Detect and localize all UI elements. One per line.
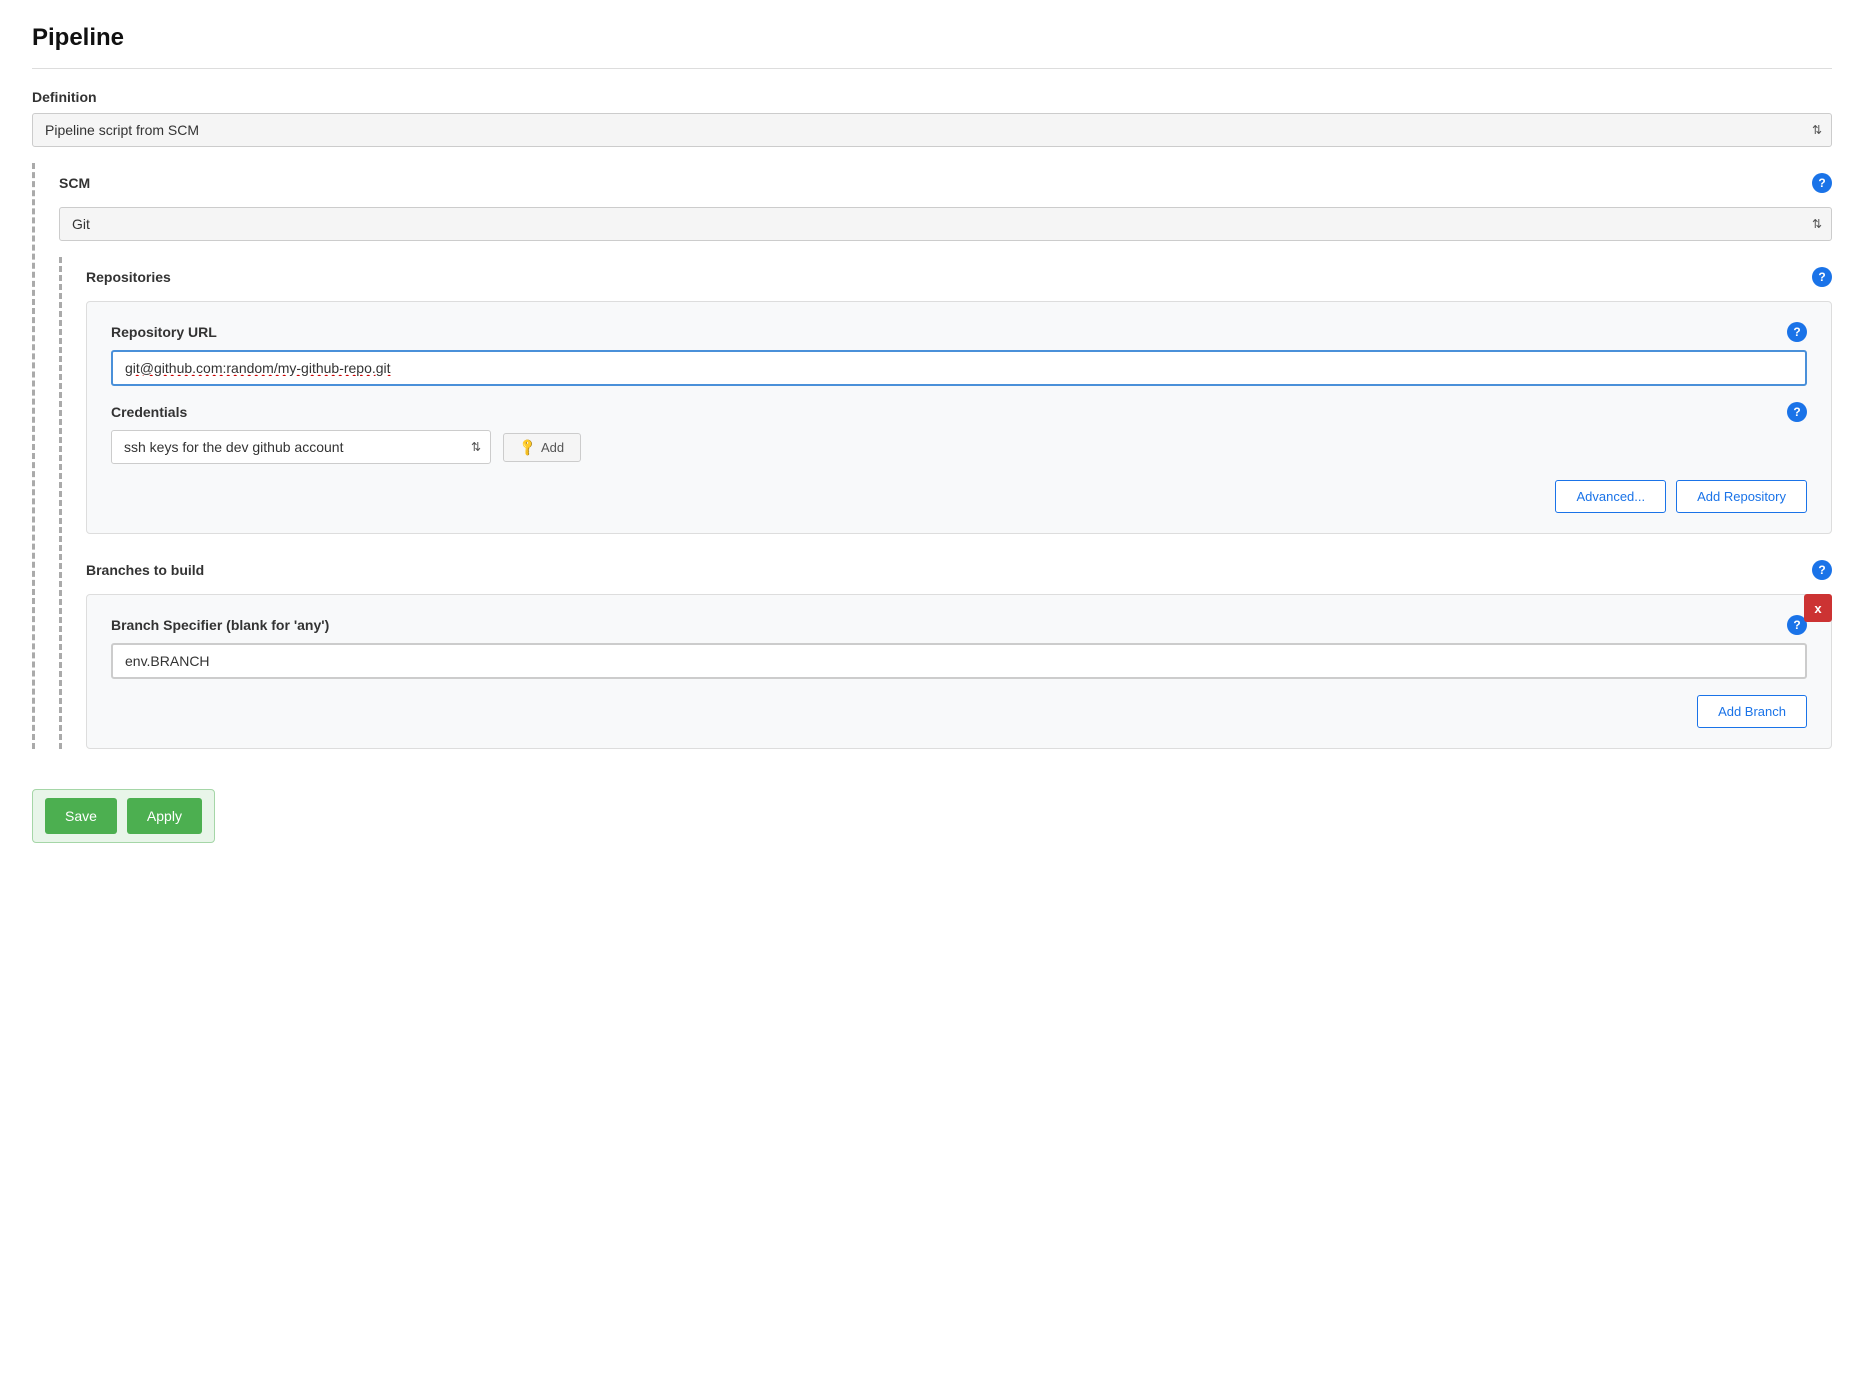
key-icon: 🔑 <box>517 437 537 457</box>
branch-action-buttons: Add Branch <box>111 695 1807 728</box>
scm-header: SCM ? <box>59 163 1832 203</box>
credentials-select[interactable]: ssh keys for the dev github account - no… <box>111 430 491 464</box>
repositories-section: Repositories ? Repository URL ? Credenti… <box>59 257 1832 749</box>
credentials-help-icon[interactable]: ? <box>1787 402 1807 422</box>
advanced-button[interactable]: Advanced... <box>1555 480 1666 513</box>
branch-specifier-field-row: Branch Specifier (blank for 'any') ? <box>111 615 1807 679</box>
repo-url-help-icon[interactable]: ? <box>1787 322 1807 342</box>
repositories-help-icon[interactable]: ? <box>1812 267 1832 287</box>
branches-card: x Branch Specifier (blank for 'any') ? A… <box>86 594 1832 749</box>
bottom-button-area: Save Apply <box>32 773 1832 843</box>
add-credentials-button[interactable]: 🔑 Add <box>503 433 581 462</box>
scm-section: SCM ? Git None Subversion ⇅ Repositories… <box>32 163 1832 749</box>
repo-url-label-row: Repository URL ? <box>111 322 1807 342</box>
branches-header: Branches to build ? <box>86 550 1832 590</box>
repositories-label: Repositories <box>86 269 171 285</box>
credentials-row: ssh keys for the dev github account - no… <box>111 430 1807 464</box>
branches-help-icon[interactable]: ? <box>1812 560 1832 580</box>
credentials-field-row: Credentials ? ssh keys for the dev githu… <box>111 402 1807 464</box>
scm-select-container: Git None Subversion ⇅ <box>59 207 1832 241</box>
page-title: Pipeline <box>32 24 1832 69</box>
definition-select-container: Pipeline script from SCM Pipeline script… <box>32 113 1832 147</box>
add-branch-button[interactable]: Add Branch <box>1697 695 1807 728</box>
delete-branch-button[interactable]: x <box>1804 594 1832 622</box>
definition-select[interactable]: Pipeline script from SCM Pipeline script <box>32 113 1832 147</box>
save-button[interactable]: Save <box>45 798 117 834</box>
scm-select[interactable]: Git None Subversion <box>59 207 1832 241</box>
scm-help-icon[interactable]: ? <box>1812 173 1832 193</box>
repo-url-input[interactable] <box>111 350 1807 386</box>
repo-url-field-row: Repository URL ? <box>111 322 1807 386</box>
credentials-label-row: Credentials ? <box>111 402 1807 422</box>
bottom-buttons-container: Save Apply <box>32 789 215 843</box>
apply-button[interactable]: Apply <box>127 798 202 834</box>
definition-label: Definition <box>32 89 1832 105</box>
add-credentials-label: Add <box>541 440 564 455</box>
credentials-select-container: ssh keys for the dev github account - no… <box>111 430 491 464</box>
repositories-card: Repository URL ? Credentials ? ssh ke <box>86 301 1832 534</box>
repo-action-buttons: Advanced... Add Repository <box>111 480 1807 513</box>
scm-label: SCM <box>59 175 90 191</box>
add-repository-button[interactable]: Add Repository <box>1676 480 1807 513</box>
repositories-header: Repositories ? <box>86 257 1832 297</box>
branch-specifier-label: Branch Specifier (blank for 'any') <box>111 617 329 633</box>
branches-label: Branches to build <box>86 562 204 578</box>
credentials-label: Credentials <box>111 404 187 420</box>
repo-url-label: Repository URL <box>111 324 217 340</box>
branch-specifier-input[interactable] <box>111 643 1807 679</box>
branch-specifier-label-row: Branch Specifier (blank for 'any') ? <box>111 615 1807 635</box>
